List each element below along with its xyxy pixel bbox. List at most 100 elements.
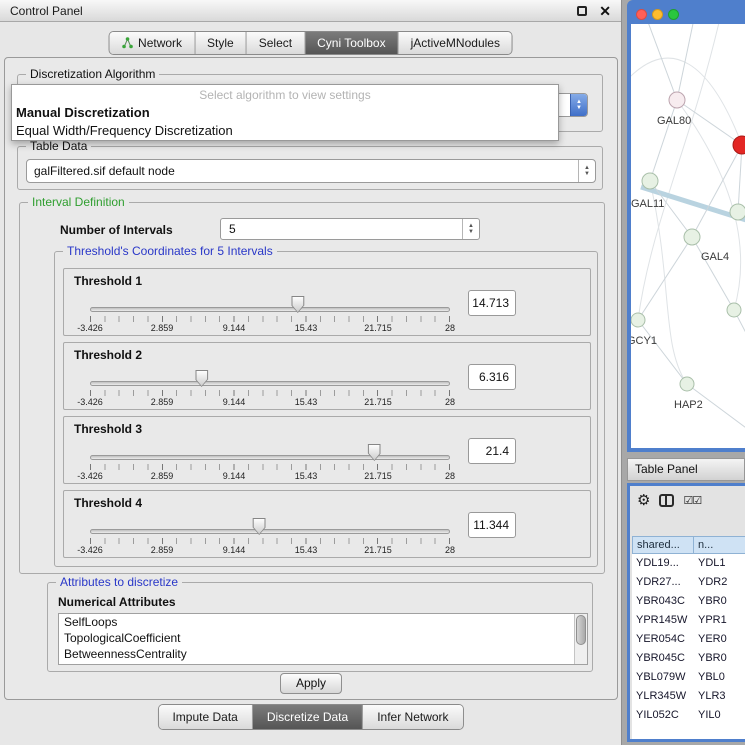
dropdown-option-equal-width[interactable]: Equal Width/Frequency Discretization [12,122,558,140]
network-edge[interactable] [638,24,721,320]
group-title: Interval Definition [28,195,129,209]
zoom-traffic-light[interactable] [668,9,679,20]
network-edge[interactable] [738,145,742,212]
tab-discretize-data[interactable]: Discretize Data [252,705,362,729]
tab-select[interactable]: Select [246,32,304,54]
list-scrollbar[interactable] [574,614,587,664]
threshold-2-slider[interactable]: -3.426 2.859 9.144 15.43 21.715 28 [90,365,450,409]
table-cell[interactable]: YDL19... [632,554,694,573]
table-cell[interactable]: YBL0 [694,668,745,687]
table-cell[interactable]: YBR0 [694,592,745,611]
tab-cyni-toolbox[interactable]: Cyni Toolbox [304,32,397,54]
list-item[interactable]: BetweennessCentrality [59,646,587,662]
gear-icon[interactable]: ⚙ [637,493,650,508]
table-row[interactable]: YIL052C YIL0 [632,706,745,725]
table-cell[interactable]: YPR1 [694,611,745,630]
slider-track[interactable] [90,381,450,386]
threshold-3-slider[interactable]: -3.426 2.859 9.144 15.43 21.715 28 [90,439,450,483]
table-cell[interactable]: YDL1 [694,554,745,573]
attributes-list[interactable]: SelfLoops TopologicalCoefficient Between… [58,613,588,665]
threshold-value-field[interactable]: 21.4 [468,438,516,464]
column-header[interactable]: n... [694,536,745,554]
table-cell[interactable]: YDR27... [632,573,694,592]
column-header[interactable]: shared... [632,536,694,554]
list-item[interactable]: TopologicalCoefficient [59,630,587,646]
network-edge[interactable] [692,237,734,310]
table-cell[interactable]: YER0 [694,630,745,649]
table-cell[interactable]: YLR3 [694,687,745,706]
table-row[interactable]: YDL19... YDL1 [632,554,745,573]
slider-track[interactable] [90,455,450,460]
close-traffic-light[interactable] [636,9,647,20]
tab-infer-network[interactable]: Infer Network [362,705,462,729]
table-row[interactable]: YLR345W YLR3 [632,687,745,706]
network-node[interactable] [733,136,745,154]
network-edge[interactable] [638,237,692,320]
threshold-value-field[interactable]: 6.316 [468,364,516,390]
tab-label: Discretize Data [267,710,348,724]
table-row[interactable]: YER054C YER0 [632,630,745,649]
dropdown-placeholder-option[interactable]: Select algorithm to view settings [12,85,558,104]
tab-jactivemnodules[interactable]: jActiveMNodules [398,32,512,54]
float-window-icon[interactable] [577,6,587,16]
network-node[interactable] [642,173,658,189]
close-icon[interactable]: ✕ [599,4,611,18]
network-canvas[interactable]: GAL80GAL11GAL4GCY1HAP2 [631,24,745,448]
apply-button[interactable]: Apply [280,673,342,694]
threshold-4-slider[interactable]: -3.426 2.859 9.144 15.43 21.715 28 [90,513,450,557]
network-node[interactable] [684,229,700,245]
network-edge[interactable] [650,181,687,384]
table-cell[interactable]: YBR043C [632,592,694,611]
threshold-1-slider[interactable]: -3.426 2.859 9.144 15.43 21.715 28 [90,291,450,335]
table-cell[interactable]: YDR2 [694,573,745,592]
table-row[interactable]: YDR27... YDR2 [632,573,745,592]
table-data-combobox[interactable]: galFiltered.sif default node ▲▼ [26,159,596,183]
tab-network[interactable]: Network [109,32,194,54]
table-row[interactable]: YPR145W YPR1 [632,611,745,630]
table-cell[interactable]: YBL079W [632,668,694,687]
tab-impute-data[interactable]: Impute Data [158,705,251,729]
table-cell[interactable]: YPR145W [632,611,694,630]
scrollbar-thumb[interactable] [576,615,586,645]
select-all-checkboxes-icon[interactable]: ☑☑ [683,494,701,507]
table-row[interactable]: YBL079W YBL0 [632,668,745,687]
table-cell[interactable]: YBR0 [694,649,745,668]
table-row[interactable]: YBR045C YBR0 [632,649,745,668]
network-node[interactable] [727,303,741,317]
network-node[interactable] [680,377,694,391]
spinner-stepper-icon[interactable]: ▲▼ [462,219,479,239]
table-panel-titlebar[interactable]: Table Panel [627,458,745,481]
threshold-value-field[interactable]: 11.344 [468,512,516,538]
table-row[interactable]: YBR043C YBR0 [632,592,745,611]
tab-style[interactable]: Style [194,32,246,54]
network-edge[interactable] [650,100,677,181]
table-cell[interactable]: YBR045C [632,649,694,668]
screen: Control Panel ✕ Network Style Select [0,0,745,745]
network-graph[interactable]: GAL80GAL11GAL4GCY1HAP2 [631,24,745,446]
table-cell[interactable]: YIL0 [694,706,745,725]
network-node-label: GAL4 [701,251,729,263]
threshold-value-field[interactable]: 14.713 [468,290,516,316]
number-of-intervals-spinner[interactable]: 5 ▲▼ [220,218,480,240]
network-edge[interactable] [638,320,687,384]
network-edge[interactable] [692,145,742,237]
network-edge[interactable] [631,58,742,145]
table-header-row: shared... n... [632,536,745,554]
table-cell[interactable]: YIL052C [632,706,694,725]
network-node[interactable] [669,92,685,108]
combobox-stepper-icon[interactable]: ▲▼ [570,94,587,116]
slider-track[interactable] [90,307,450,312]
network-edge[interactable] [677,24,695,100]
list-item[interactable]: SelfLoops [59,614,587,630]
dropdown-option-manual[interactable]: Manual Discretization [12,104,558,122]
table-cell[interactable]: YER054C [632,630,694,649]
minimize-traffic-light[interactable] [652,9,663,20]
columns-icon[interactable] [659,494,674,507]
combobox-stepper-icon[interactable]: ▲▼ [578,160,595,182]
network-node[interactable] [730,204,745,220]
network-node[interactable] [631,313,645,327]
table-cell[interactable]: YLR345W [632,687,694,706]
tab-label: Style [207,36,234,50]
slider-track[interactable] [90,529,450,534]
tab-label: Network [138,36,182,50]
